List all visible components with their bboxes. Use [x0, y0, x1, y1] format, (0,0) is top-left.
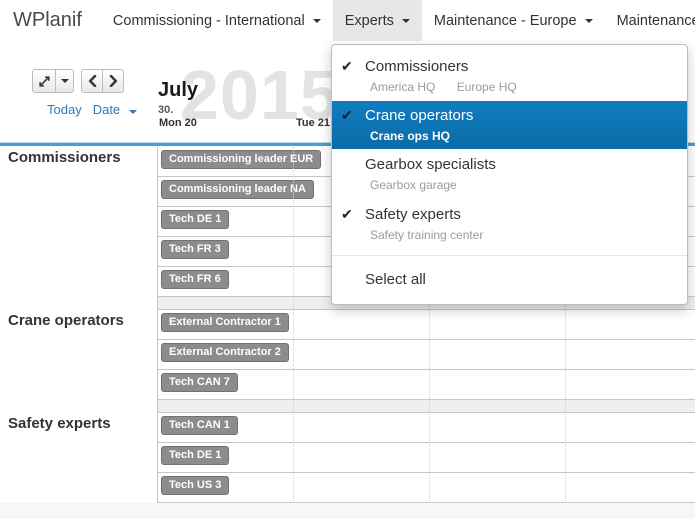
next-button[interactable]	[102, 69, 124, 93]
app-window: 2015 WPlanif Commissioning - Internation…	[0, 0, 695, 519]
group-rows: External Contractor 1 External Contracto…	[157, 310, 695, 400]
dropdown-item-safety-experts[interactable]: ✔ Safety experts Safety training center	[332, 199, 687, 249]
day-header: Tue 21	[296, 117, 330, 129]
toolbar-links: Today Date	[47, 102, 137, 117]
resource-badge[interactable]: External Contractor 2	[161, 343, 289, 362]
resource-badge[interactable]: Commissioning leader NA	[161, 180, 314, 199]
resource-badge[interactable]: Tech CAN 7	[161, 373, 238, 392]
location-label: Gearbox garage	[370, 178, 457, 192]
experts-dropdown-menu: ✔ Commissioners America HQ Europe HQ ✔ C…	[331, 44, 688, 305]
nav-item-maintenance-truncated[interactable]: Maintenance -	[605, 0, 695, 41]
schedule-row[interactable]: External Contractor 1	[157, 310, 695, 340]
chevron-down-icon	[129, 110, 137, 114]
resource-badge[interactable]: Tech FR 3	[161, 240, 229, 259]
dropdown-divider	[332, 255, 687, 256]
location-label: America HQ	[370, 80, 435, 94]
group-separator	[157, 400, 695, 413]
date-link[interactable]: Date	[93, 102, 137, 117]
resource-badge[interactable]: External Contractor 1	[161, 313, 289, 332]
nav-item-label: Maintenance -	[617, 13, 695, 29]
resource-column-divider	[157, 147, 158, 503]
location-label: Europe HQ	[457, 80, 517, 94]
group-rows: Tech CAN 1 Tech DE 1 Tech US 3	[157, 413, 695, 503]
nav-item-label: Experts	[345, 13, 394, 29]
schedule-row[interactable]: External Contractor 2	[157, 340, 695, 370]
dropdown-item-gearbox-specialists[interactable]: Gearbox specialists Gearbox garage	[332, 149, 687, 199]
dropdown-select-all[interactable]: Select all	[332, 262, 687, 298]
dropdown-item-label: Crane operators	[365, 107, 473, 124]
check-icon: ✔	[341, 107, 365, 124]
chevron-left-icon	[88, 75, 97, 87]
chevron-down-icon	[313, 19, 321, 23]
nav-item-commissioning-international[interactable]: Commissioning - International	[101, 0, 333, 41]
month-title: July	[158, 79, 198, 102]
zoom-button-group	[32, 69, 74, 93]
dropdown-item-commissioners[interactable]: ✔ Commissioners America HQ Europe HQ	[332, 51, 687, 101]
chevron-down-icon	[402, 19, 410, 23]
chevron-down-icon	[585, 19, 593, 23]
dropdown-item-locations: Crane ops HQ	[370, 130, 677, 143]
expand-diagonal-icon	[38, 75, 51, 88]
resource-badge[interactable]: Tech DE 1	[161, 210, 229, 229]
resource-badge[interactable]: Tech FR 6	[161, 270, 229, 289]
prev-button[interactable]	[81, 69, 103, 93]
zoom-button[interactable]	[32, 69, 56, 93]
day-grid-line	[293, 147, 294, 503]
chevron-down-icon	[61, 79, 69, 83]
dropdown-item-head: ✔ Crane operators	[341, 107, 677, 124]
nav-item-maintenance-europe[interactable]: Maintenance - Europe	[422, 0, 605, 41]
location-label: Safety training center	[370, 228, 483, 242]
schedule-group-crane-operators: Crane operators External Contractor 1 Ex…	[0, 310, 695, 400]
dropdown-item-label: Commissioners	[365, 58, 468, 75]
group-label: Crane operators	[0, 310, 157, 400]
dropdown-item-head: ✔ Commissioners	[341, 58, 677, 75]
resource-badge[interactable]: Tech CAN 1	[161, 416, 238, 435]
nav-item-experts[interactable]: Experts	[333, 0, 422, 41]
schedule-group-safety-experts: Safety experts Tech CAN 1 Tech DE 1 Tech…	[0, 413, 695, 503]
dropdown-item-head: Gearbox specialists	[341, 156, 677, 173]
group-label: Safety experts	[0, 413, 157, 503]
day-header: Mon 20	[159, 117, 197, 129]
nav-item-label: Maintenance - Europe	[434, 13, 577, 29]
group-label: Commissioners	[0, 147, 157, 297]
schedule-row[interactable]: Tech CAN 1	[157, 413, 695, 443]
resource-badge[interactable]: Tech US 3	[161, 476, 229, 495]
nav-item-label: Commissioning - International	[113, 13, 305, 29]
schedule-row[interactable]: Tech DE 1	[157, 443, 695, 473]
dropdown-item-locations: America HQ Europe HQ	[370, 81, 677, 94]
date-link-label: Date	[93, 102, 120, 117]
prev-next-button-group	[81, 69, 124, 93]
dropdown-item-locations: Gearbox garage	[370, 179, 677, 192]
zoom-caret-button[interactable]	[55, 69, 74, 93]
resource-badge[interactable]: Commissioning leader EUR	[161, 150, 321, 169]
chevron-right-icon	[109, 75, 118, 87]
resource-badge[interactable]: Tech DE 1	[161, 446, 229, 465]
check-icon: ✔	[341, 206, 365, 223]
dropdown-item-locations: Safety training center	[370, 229, 677, 242]
check-icon: ✔	[341, 58, 365, 75]
schedule-row[interactable]: Tech CAN 7	[157, 370, 695, 400]
dropdown-item-crane-operators[interactable]: ✔ Crane operators Crane ops HQ	[332, 101, 687, 149]
schedule-bottom-band	[0, 503, 695, 519]
top-navbar: WPlanif Commissioning - International Ex…	[0, 0, 695, 41]
location-label: Crane ops HQ	[370, 129, 450, 143]
dropdown-item-head: ✔ Safety experts	[341, 206, 677, 223]
dropdown-item-label: Gearbox specialists	[365, 156, 496, 173]
schedule-row[interactable]: Tech US 3	[157, 473, 695, 503]
week-number: 30.	[158, 104, 173, 116]
today-link[interactable]: Today	[47, 102, 82, 117]
dropdown-item-label: Safety experts	[365, 206, 461, 223]
nav-brand[interactable]: WPlanif	[0, 0, 101, 41]
